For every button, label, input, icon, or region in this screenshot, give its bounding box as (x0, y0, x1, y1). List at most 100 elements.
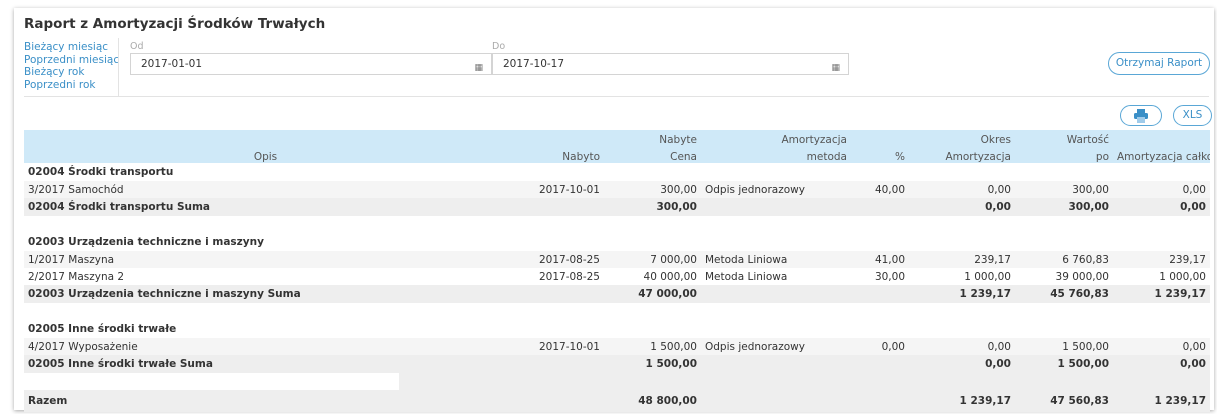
group-name: 02003 Urządzenia techniczne i maszyny (24, 233, 1210, 251)
sum-wartosc: 45 760,83 (1015, 285, 1113, 303)
cell-calkowita: 239,17 (1113, 251, 1210, 268)
from-label: Od (130, 41, 144, 52)
print-icon (1134, 109, 1148, 123)
sum-cena: 300,00 (604, 198, 701, 216)
cell-nabyto: 2017-08-25 (507, 268, 604, 285)
header-okres: Amortyzacja (909, 146, 1015, 163)
sum-okres: 1 239,17 (909, 285, 1015, 303)
group-name: 02004 Środki transportu (24, 163, 1210, 181)
cell-nabyto: 2017-08-25 (507, 251, 604, 268)
link-previous-year[interactable]: Poprzedni rok (24, 79, 119, 92)
cell-opis: 3/2017 Samochód (24, 181, 507, 198)
cell-opis: 1/2017 Maszyna (24, 251, 507, 268)
sum-label: 02005 Inne środki trwałe Suma (24, 355, 507, 373)
sum-wartosc: 300,00 (1015, 198, 1113, 216)
link-previous-month[interactable]: Poprzedni miesiąc (24, 54, 119, 67)
sum-calkowita: 0,00 (1113, 355, 1210, 373)
header-nabyto: Nabyto (507, 146, 604, 163)
to-date-value: 2017-10-17 (503, 58, 565, 70)
group-row: 02003 Urządzenia techniczne i maszyny (24, 233, 1210, 251)
cell-wartosc: 39 000,00 (1015, 268, 1113, 285)
header-top-calkowita (1113, 130, 1210, 146)
to-date-input[interactable]: 2017-10-17 ▦ (492, 53, 849, 75)
divider (118, 38, 119, 96)
header-top-metoda: Amortyzacja (701, 130, 851, 146)
cell-metoda: Metoda Liniowa (701, 251, 851, 268)
cell-wartosc: 6 760,83 (1015, 251, 1113, 268)
divider (24, 96, 1209, 97)
sum-label: 02003 Urządzenia techniczne i maszyny Su… (24, 285, 507, 303)
calendar-icon[interactable]: ▦ (474, 58, 483, 78)
cell-calkowita: 0,00 (1113, 181, 1210, 198)
header-procent: % (851, 146, 909, 163)
total-label: Razem (24, 390, 507, 412)
header-top-wartosc: Wartość (1015, 130, 1113, 146)
cell-nabyto: 2017-10-01 (507, 338, 604, 355)
sum-row: 02005 Inne środki trwałe Suma 1 500,00 0… (24, 355, 1210, 373)
cell-calkowita: 1 000,00 (1113, 268, 1210, 285)
table-row: 2/2017 Maszyna 2 2017-08-25 40 000,00 Me… (24, 268, 1210, 285)
cell-opis: 4/2017 Wyposażenie (24, 338, 507, 355)
table-row: 4/2017 Wyposażenie 2017-10-01 1 500,00 O… (24, 338, 1210, 355)
header-top-opis (24, 130, 507, 146)
cell-wartosc: 300,00 (1015, 181, 1113, 198)
report-window: Raport z Amortyzacji Środków Trwałych Bi… (14, 8, 1214, 412)
sum-okres: 0,00 (909, 198, 1015, 216)
link-current-year[interactable]: Bieżący rok (24, 66, 119, 79)
sum-calkowita: 1 239,17 (1113, 285, 1210, 303)
table-row: 1/2017 Maszyna 2017-08-25 7 000,00 Metod… (24, 251, 1210, 268)
link-current-month[interactable]: Bieżący miesiąc (24, 41, 119, 54)
cell-procent: 0,00 (851, 338, 909, 355)
total-calkowita: 1 239,17 (1113, 390, 1210, 412)
depreciation-table: Nabyte Amortyzacja Okres Wartość Opis Na… (24, 130, 1210, 412)
header-top-okres: Okres (909, 130, 1015, 146)
cell-opis: 2/2017 Maszyna 2 (24, 268, 507, 285)
group-row: 02005 Inne środki trwałe (24, 320, 1210, 338)
sum-cena: 1 500,00 (604, 355, 701, 373)
sum-cena: 47 000,00 (604, 285, 701, 303)
cell-cena: 7 000,00 (604, 251, 701, 268)
cell-nabyto: 2017-10-01 (507, 181, 604, 198)
sum-row: 02003 Urządzenia techniczne i maszyny Su… (24, 285, 1210, 303)
total-okres: 1 239,17 (909, 390, 1015, 412)
cell-metoda: Odpis jednorazowy (701, 181, 851, 198)
cell-okres: 1 000,00 (909, 268, 1015, 285)
total-wartosc: 47 560,83 (1015, 390, 1113, 412)
sum-okres: 0,00 (909, 355, 1015, 373)
header-top-procent (851, 130, 909, 146)
print-button[interactable] (1120, 105, 1162, 126)
to-label: Do (492, 41, 506, 52)
cell-calkowita: 0,00 (1113, 338, 1210, 355)
sum-label: 02004 Środki transportu Suma (24, 198, 507, 216)
header-wartosc: po (1015, 146, 1113, 163)
cell-procent: 41,00 (851, 251, 909, 268)
cell-okres: 0,00 (909, 181, 1015, 198)
from-date-value: 2017-01-01 (141, 58, 203, 70)
cell-procent: 30,00 (851, 268, 909, 285)
quick-range-links: Bieżący miesiąc Poprzedni miesiąc Bieżąc… (24, 41, 119, 91)
cell-wartosc: 1 500,00 (1015, 338, 1113, 355)
get-report-button[interactable]: Otrzymaj Raport (1108, 52, 1210, 75)
header-cena: Cena (604, 146, 701, 163)
calendar-icon[interactable]: ▦ (831, 58, 840, 78)
cell-okres: 239,17 (909, 251, 1015, 268)
cell-metoda: Odpis jednorazowy (701, 338, 851, 355)
header-top-cena: Nabyte (604, 130, 701, 146)
cell-cena: 1 500,00 (604, 338, 701, 355)
total-row: Razem 48 800,00 1 239,17 47 560,83 1 239… (24, 390, 1210, 412)
from-date-input[interactable]: 2017-01-01 ▦ (130, 53, 492, 75)
header-metoda: metoda (701, 146, 851, 163)
cell-metoda: Metoda Liniowa (701, 268, 851, 285)
table-row: 3/2017 Samochód 2017-10-01 300,00 Odpis … (24, 181, 1210, 198)
header-calkowita: Amortyzacja całkowita (1113, 146, 1210, 163)
cell-procent: 40,00 (851, 181, 909, 198)
cell-cena: 40 000,00 (604, 268, 701, 285)
group-row: 02004 Środki transportu (24, 163, 1210, 181)
sum-row: 02004 Środki transportu Suma 300,00 0,00… (24, 198, 1210, 216)
sum-calkowita: 0,00 (1113, 198, 1210, 216)
cell-okres: 0,00 (909, 338, 1015, 355)
xls-export-button[interactable]: XLS (1173, 105, 1212, 126)
total-cena: 48 800,00 (604, 390, 701, 412)
header-opis: Opis (24, 146, 507, 163)
page-title: Raport z Amortyzacji Środków Trwałych (24, 16, 326, 32)
